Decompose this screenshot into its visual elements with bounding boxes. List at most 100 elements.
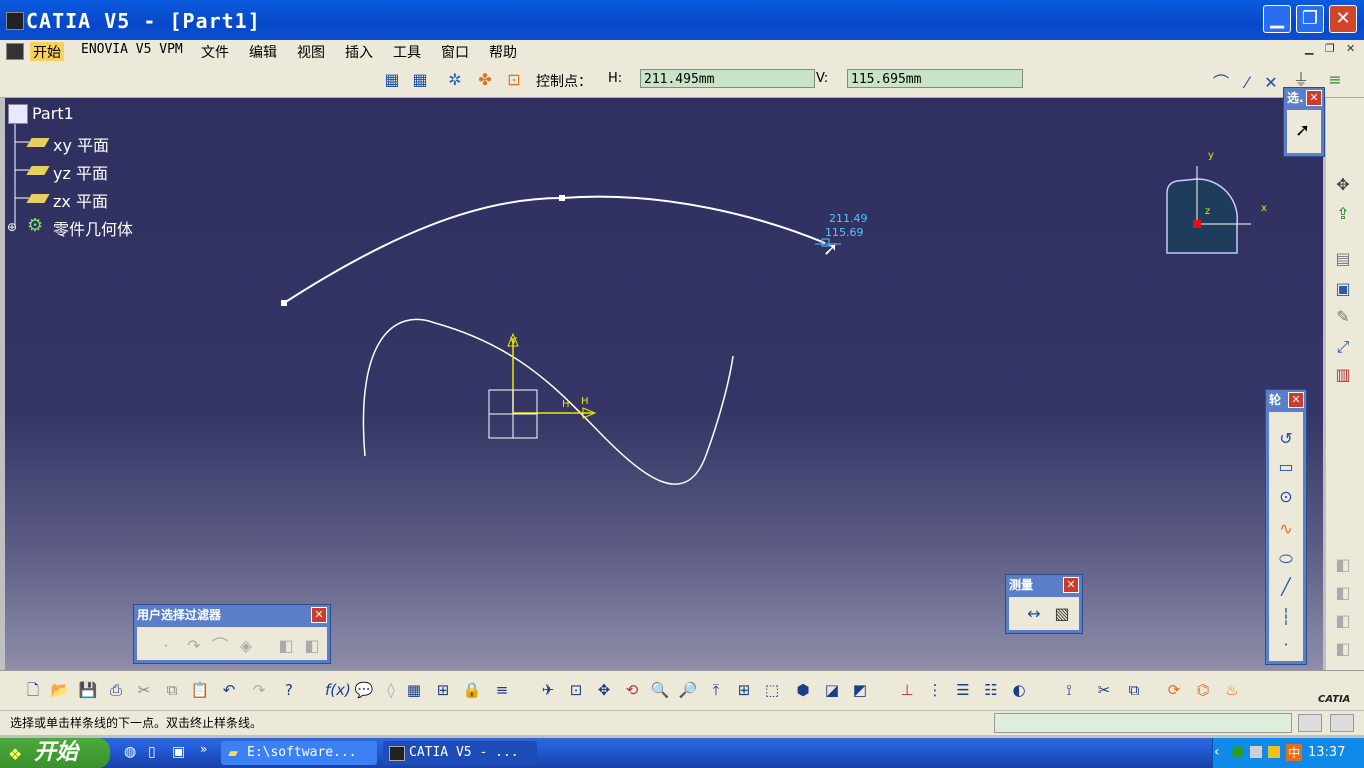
fly-mode-icon[interactable]: ✈	[537, 679, 559, 701]
expand-plus-icon[interactable]: ⊕	[7, 220, 17, 234]
line-icon[interactable]: ╱	[1275, 576, 1297, 598]
status-toggle-button[interactable]	[1298, 714, 1322, 732]
knowledge-icon[interactable]: ◊	[380, 679, 402, 701]
paste-icon[interactable]: 📋	[189, 679, 211, 701]
exit-workbench-icon[interactable]: ✥	[1332, 174, 1354, 196]
quicklaunch-app-icon[interactable]: ▣	[172, 744, 185, 760]
edit-multi-constraint-icon[interactable]: ☷	[980, 679, 1002, 701]
relimitation-icon[interactable]: ✂	[1093, 679, 1115, 701]
cut-part-icon[interactable]: ▣	[1332, 278, 1354, 300]
menu-start[interactable]: 开始	[30, 42, 64, 62]
fit-all-icon[interactable]: ⊡	[565, 679, 587, 701]
shading-icon[interactable]: ⬢	[792, 679, 814, 701]
quicklaunch-ie-icon[interactable]: ◍	[124, 744, 136, 760]
selection-filter-close-icon[interactable]: ✕	[311, 607, 327, 623]
doc-close-icon[interactable]: ✕	[1346, 42, 1355, 55]
silhouette-icon[interactable]: ♨	[1221, 679, 1243, 701]
tray-security-icon[interactable]	[1268, 746, 1280, 758]
circle-icon[interactable]: ⊙	[1275, 486, 1297, 508]
contact-constraint-icon[interactable]: ◐	[1008, 679, 1030, 701]
measure-item-icon[interactable]: ▧	[1051, 603, 1073, 625]
intersection-filter-icon[interactable]: ◧	[301, 635, 323, 657]
axis-icon[interactable]: ┆	[1275, 606, 1297, 628]
tray-ime-icon[interactable]: 中	[1286, 744, 1303, 761]
sketch-layer-icon[interactable]: ≡	[1324, 69, 1346, 91]
print-icon[interactable]: ⎙	[105, 679, 127, 701]
doc-minimize-icon[interactable]: ▁	[1305, 42, 1313, 55]
lock-icon[interactable]: 🔒	[461, 679, 483, 701]
animate-constraint-icon[interactable]: ☰	[952, 679, 974, 701]
tree-root-label[interactable]: Part1	[32, 104, 74, 123]
snap-to-point-icon[interactable]: ▦	[409, 69, 431, 91]
curve-continuity-icon[interactable]: ✕	[1260, 72, 1282, 94]
auto-constraint-icon[interactable]: ⋮	[924, 679, 946, 701]
quicklaunch-more-icon[interactable]: »	[200, 742, 207, 756]
tray-app-icon[interactable]	[1250, 746, 1262, 758]
pan-icon[interactable]: ✥	[593, 679, 615, 701]
corner-icon[interactable]: ⟟	[1058, 679, 1080, 701]
tree-zx-plane[interactable]: zx 平面	[53, 188, 108, 212]
feature-filter-icon[interactable]: ◧	[275, 635, 297, 657]
project-edge-icon[interactable]: ⌬	[1192, 679, 1214, 701]
hide-show-icon[interactable]: ◪	[821, 679, 843, 701]
transformation-icon[interactable]: ⧉	[1123, 679, 1145, 701]
new-file-icon[interactable]: 🗋	[22, 679, 44, 701]
menu-help[interactable]: 帮助	[489, 42, 517, 62]
curve-filter-icon[interactable]: ↷	[183, 635, 205, 657]
construction-element-icon[interactable]: ✲	[444, 69, 466, 91]
formula-icon[interactable]: f(x)	[325, 679, 351, 701]
zoom-out-icon[interactable]: 🔎	[677, 679, 699, 701]
close-button[interactable]: ✕	[1329, 5, 1357, 33]
h-value-field[interactable]: 211.495mm	[640, 69, 815, 88]
open-file-icon[interactable]: 📂	[49, 679, 71, 701]
whats-this-icon[interactable]: ?	[278, 679, 300, 701]
maximize-button[interactable]: ❐	[1296, 5, 1324, 33]
cut-icon[interactable]: ✂	[133, 679, 155, 701]
iso-view-icon[interactable]: ⬚	[761, 679, 783, 701]
ellipse-icon[interactable]: ⬭	[1275, 548, 1297, 570]
minimize-button[interactable]: ▁	[1263, 5, 1291, 33]
project-3d-icon[interactable]: ✎	[1332, 306, 1354, 328]
menu-insert[interactable]: 插入	[345, 42, 373, 62]
menu-tools[interactable]: 工具	[393, 42, 421, 62]
parameters-icon[interactable]: ≡	[491, 679, 513, 701]
undo-icon[interactable]: ↶	[218, 679, 240, 701]
dimensional-constraints-icon[interactable]: ⊡	[503, 69, 525, 91]
catia-app-icon[interactable]	[6, 12, 24, 30]
menu-edit[interactable]: 编辑	[249, 42, 277, 62]
menu-window[interactable]: 窗口	[441, 42, 469, 62]
menu-enovia[interactable]: ENOVIA V5 VPM	[81, 42, 183, 57]
part-root-icon[interactable]	[8, 104, 28, 124]
save-icon[interactable]: 💾	[77, 679, 99, 701]
task-catia[interactable]: CATIA V5 - ...	[383, 741, 537, 765]
sketch-canvas[interactable]	[5, 98, 1323, 670]
sketch-viewport[interactable]: Part1 xy 平面 yz 平面 zx 平面 ⊕ ⚙ 零件几何体 211.49…	[5, 98, 1323, 670]
sketch-plane-icon[interactable]: ▤	[1332, 248, 1354, 270]
rotate-icon[interactable]: ⟲	[621, 679, 643, 701]
measure-panel-close-icon[interactable]: ✕	[1063, 577, 1079, 593]
quicklaunch-desktop-icon[interactable]: ▯	[148, 744, 156, 760]
point-icon[interactable]: ·	[1275, 634, 1297, 656]
select-arrow-icon[interactable]: ➚	[1295, 120, 1310, 141]
profile-icon[interactable]: ↺	[1275, 428, 1297, 450]
menu-file[interactable]: 文件	[201, 42, 229, 62]
menu-view[interactable]: 视图	[297, 42, 325, 62]
sketch-analysis-icon[interactable]: ⤢	[1332, 336, 1354, 358]
select-panel-close-icon[interactable]: ✕	[1306, 90, 1322, 106]
normal-view-icon[interactable]: ⤒	[705, 679, 727, 701]
tray-network-icon[interactable]	[1232, 746, 1244, 758]
task-explorer[interactable]: E:\software...	[221, 741, 377, 765]
constraint-icon[interactable]: ⊥	[896, 679, 918, 701]
surface-filter-icon[interactable]: ⌒	[209, 635, 231, 657]
spline-icon[interactable]: ∿	[1275, 518, 1297, 540]
status-stop-button[interactable]	[1330, 714, 1354, 732]
measure-between-icon[interactable]: ↔	[1023, 603, 1045, 625]
arc-spline-icon[interactable]: ⌒	[1210, 72, 1232, 94]
command-input-field[interactable]	[994, 713, 1292, 733]
profile-panel-close-icon[interactable]: ✕	[1288, 392, 1304, 408]
tangent-arc-icon[interactable]: ⁄	[1236, 72, 1258, 94]
v-value-field[interactable]: 115.695mm	[847, 69, 1023, 88]
tray-collapse-icon[interactable]: ‹	[1214, 744, 1220, 760]
grid-icon[interactable]: ▦	[381, 69, 403, 91]
output-feature-icon[interactable]: ▥	[1332, 364, 1354, 386]
